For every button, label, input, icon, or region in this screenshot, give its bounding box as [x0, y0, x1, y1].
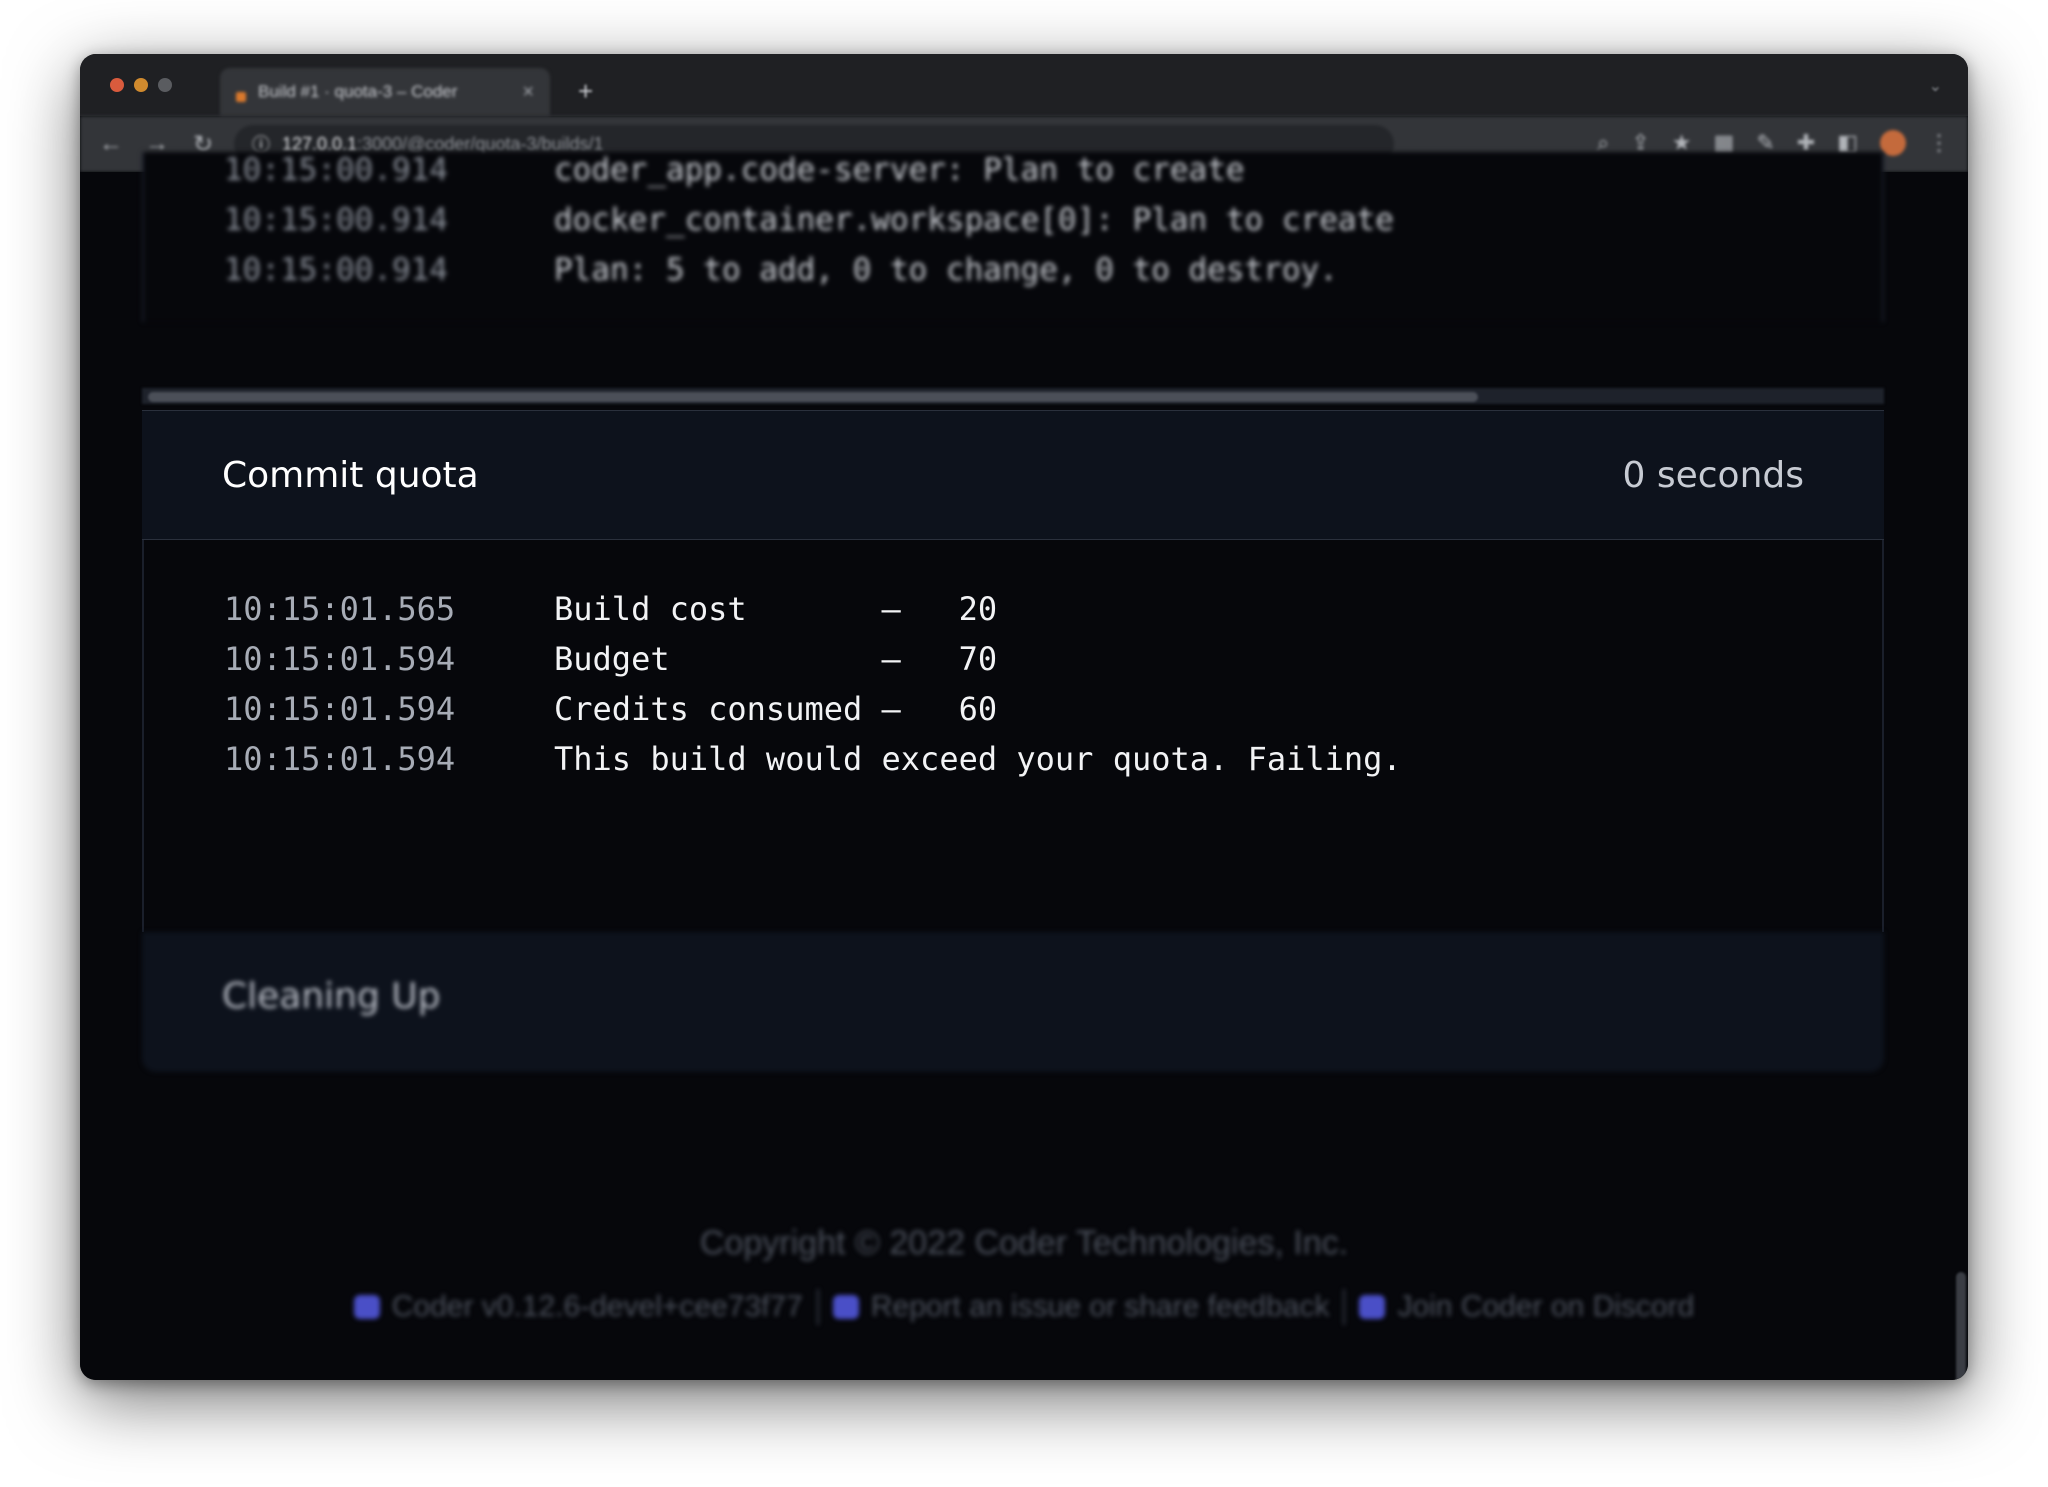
copyright-text: Copyright © 2022 Coder Technologies, Inc… [699, 1224, 1349, 1262]
log-timestamp: 10:15:01.565 [224, 590, 456, 628]
cleanup-stage-header: Cleaning Up [142, 932, 1884, 1072]
browser-titlebar: Build #1 · quota-3 – Coder × + ⌄ [80, 54, 1968, 116]
log-message: docker_container.workspace[0]: Plan to c… [554, 202, 1394, 238]
log-timestamp: 10:15:00.914 [224, 202, 448, 238]
discord-link[interactable]: Join Coder on Discord [1359, 1290, 1694, 1324]
favicon-icon [236, 92, 246, 102]
close-window-button[interactable] [110, 78, 124, 92]
stage-duration: 0 seconds [1622, 455, 1805, 496]
new-tab-button[interactable]: + [578, 76, 593, 107]
log-row: 10:15:01.594 Budget — 70 [224, 640, 997, 678]
log-row: 10:15:00.914 docker_container.workspace[… [224, 202, 1394, 238]
log-message: Plan: 5 to add, 0 to change, 0 to destro… [554, 252, 1338, 288]
scrollbar-thumb[interactable] [148, 392, 1478, 402]
coder-logo-icon [353, 1295, 380, 1319]
url-path: :3000/@coder/quota-3/builds/1 [357, 133, 604, 154]
tab-close-icon[interactable]: × [522, 81, 534, 104]
discord-text: Join Coder on Discord [1397, 1290, 1695, 1323]
previous-stage-logs: 10:15:00.914 coder_app.code-server: Plan… [142, 152, 1884, 322]
vertical-scrollbar[interactable] [1956, 1272, 1966, 1380]
log-row: 10:15:00.914 coder_app.code-server: Plan… [224, 152, 1245, 188]
log-row: 10:15:01.594 Credits consumed — 60 [224, 690, 997, 728]
log-row: 10:15:01.565 Build cost — 20 [224, 590, 997, 628]
log-row: 10:15:01.594 This build would exceed you… [224, 740, 1402, 778]
log-message: Credits consumed — 60 [554, 690, 998, 728]
log-message: Budget — 70 [554, 640, 998, 678]
url-host: 127.0.0.1 [282, 133, 358, 154]
page-content: 10:15:00.914 coder_app.code-server: Plan… [80, 152, 1968, 1380]
divider [1343, 1289, 1346, 1325]
log-message: coder_app.code-server: Plan to create [554, 152, 1245, 188]
stage-title: Commit quota [222, 455, 479, 496]
menu-kebab-icon[interactable]: ⋮ [1928, 130, 1950, 156]
report-issue-text: Report an issue or share feedback [870, 1290, 1330, 1323]
window-controls [110, 78, 172, 92]
chevron-down-icon[interactable]: ⌄ [1929, 76, 1942, 96]
log-timestamp: 10:15:01.594 [224, 740, 456, 778]
back-button[interactable]: ← [88, 130, 134, 158]
log-row: 10:15:00.914 Plan: 5 to add, 0 to change… [224, 252, 1338, 288]
stage-header: Commit quota 0 seconds [142, 410, 1884, 540]
footer: Copyright © 2022 Coder Technologies, Inc… [80, 1224, 1968, 1325]
minimize-window-button[interactable] [134, 78, 148, 92]
log-message: This build would exceed your quota. Fail… [554, 740, 1402, 778]
version-text: Coder v0.12.6-devel+cee73f77 [391, 1290, 803, 1323]
divider [816, 1289, 819, 1325]
browser-window: Build #1 · quota-3 – Coder × + ⌄ ← → ↻ ⓘ… [80, 54, 1968, 1380]
stage-logs: 10:15:01.565 Build cost — 20 10:15:01.59… [142, 540, 1884, 932]
version-link[interactable]: Coder v0.12.6-devel+cee73f77 [353, 1290, 803, 1324]
browser-tab[interactable]: Build #1 · quota-3 – Coder × [220, 68, 550, 116]
tab-title: Build #1 · quota-3 – Coder [258, 82, 458, 101]
log-timestamp: 10:15:00.914 [224, 152, 448, 188]
github-icon [832, 1295, 859, 1319]
maximize-window-button[interactable] [158, 78, 172, 92]
report-issue-link[interactable]: Report an issue or share feedback [832, 1290, 1330, 1324]
cleanup-stage-title: Cleaning Up [222, 976, 441, 1017]
horizontal-scrollbar[interactable] [142, 388, 1884, 404]
log-timestamp: 10:15:01.594 [224, 640, 456, 678]
discord-icon [1359, 1295, 1386, 1319]
log-timestamp: 10:15:01.594 [224, 690, 456, 728]
log-message: Build cost — 20 [554, 590, 998, 628]
log-timestamp: 10:15:00.914 [224, 252, 448, 288]
footer-links: Coder v0.12.6-devel+cee73f77 Report an i… [80, 1289, 1968, 1325]
